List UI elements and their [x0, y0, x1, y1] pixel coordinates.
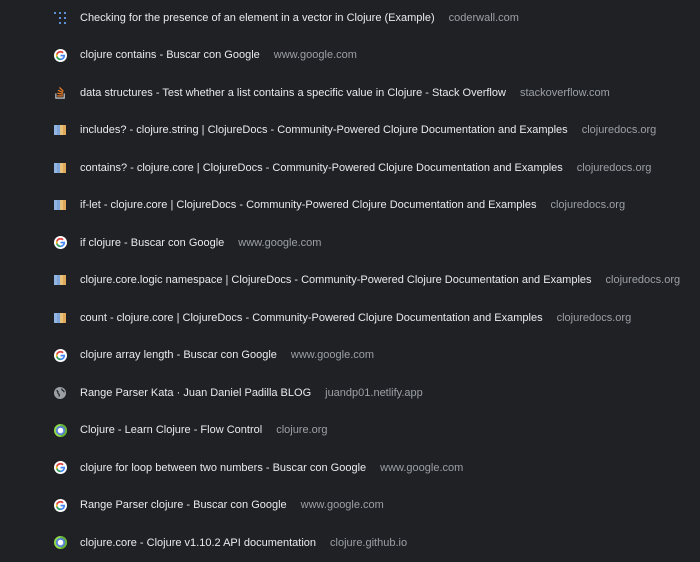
google-icon: [52, 47, 68, 63]
history-item[interactable]: count - clojure.core | ClojureDocs - Com…: [0, 299, 700, 337]
history-item-domain: www.google.com: [290, 349, 375, 362]
history-item[interactable]: data structures - Test whether a list co…: [0, 74, 700, 112]
history-item[interactable]: Checking for the presence of an element …: [0, 0, 700, 37]
clojuredocs-icon: [52, 197, 68, 213]
globe-icon: [52, 385, 68, 401]
history-item-title: if clojure - Buscar con Google www.google…: [80, 237, 321, 249]
history-item-title: clojure.core.logic namespace | ClojureDo…: [80, 274, 680, 286]
title-text: if-let - clojure.core | ClojureDocs - Co…: [80, 199, 537, 212]
history-item[interactable]: Range Parser Kata · Juan Daniel Padilla …: [0, 374, 700, 412]
google-icon: [52, 460, 68, 476]
history-item[interactable]: Range Parser clojure - Buscar con Google…: [0, 487, 700, 525]
title-text: Clojure - Learn Clojure - Flow Control: [80, 424, 263, 437]
title-text: if clojure - Buscar con Google: [80, 236, 225, 249]
history-item-domain: coderwall.com: [448, 11, 519, 24]
title-text: includes? - clojure.string | ClojureDocs…: [80, 124, 568, 137]
clojuredocs-icon: [52, 122, 68, 138]
title-text: clojure contains - Buscar con Google: [80, 49, 260, 62]
history-item[interactable]: includes? - clojure.string | ClojureDocs…: [0, 112, 700, 150]
history-item-domain: www.google.com: [380, 461, 464, 474]
history-item-title: data structures - Test whether a list co…: [80, 87, 610, 99]
history-item-domain: clojuredocs.org: [581, 124, 657, 137]
history-item-title: if-let - clojure.core | ClojureDocs - Co…: [80, 199, 625, 211]
history-item-domain: stackoverflow.com: [519, 86, 610, 99]
title-text: count - clojure.core | ClojureDocs - Com…: [80, 311, 543, 324]
history-item-title: Range Parser clojure - Buscar con Google…: [80, 499, 384, 511]
title-text: Range Parser Kata · Juan Daniel Padilla …: [80, 386, 312, 399]
google-icon: [52, 235, 68, 251]
history-item-title: clojure for loop between two numbers - B…: [80, 462, 463, 474]
history-item-title: count - clojure.core | ClojureDocs - Com…: [80, 312, 631, 324]
title-text: clojure.core - Clojure v1.10.2 API docum…: [80, 536, 317, 549]
google-icon: [52, 347, 68, 363]
title-text: Checking for the presence of an element …: [80, 11, 435, 24]
history-item-domain: juandp01.netlify.app: [325, 386, 423, 399]
history-item[interactable]: contains? - clojure.core | ClojureDocs -…: [0, 149, 700, 187]
title-text: contains? - clojure.core | ClojureDocs -…: [80, 161, 563, 174]
history-item-title: Clojure - Learn Clojure - Flow Control cl…: [80, 424, 328, 436]
history-item-domain: clojuredocs.org: [550, 199, 626, 212]
history-item[interactable]: Clojure - Learn Clojure - Flow Control cl…: [0, 412, 700, 450]
history-item[interactable]: clojure.core.logic namespace | ClojureDo…: [0, 262, 700, 300]
title-text: data structures - Test whether a list co…: [80, 86, 506, 99]
history-item-domain: clojure.github.io: [330, 536, 408, 549]
google-icon: [52, 497, 68, 513]
history-list: Checking for the presence of an element …: [0, 0, 700, 559]
history-item-title: Checking for the presence of an element …: [80, 12, 519, 24]
history-item[interactable]: if-let - clojure.core | ClojureDocs - Co…: [0, 187, 700, 225]
title-text: clojure array length - Buscar con Google: [80, 349, 277, 362]
history-item-domain: www.google.com: [238, 236, 322, 249]
stackoverflow-icon: [52, 85, 68, 101]
history-item-title: clojure.core - Clojure v1.10.2 API docum…: [80, 537, 407, 549]
history-item-domain: clojuredocs.org: [556, 311, 632, 324]
coderwall-icon: [52, 10, 68, 26]
history-item-title: includes? - clojure.string | ClojureDocs…: [80, 124, 656, 136]
history-item-title: clojure array length - Buscar con Google…: [80, 349, 374, 361]
title-text: clojure.core.logic namespace | ClojureDo…: [80, 274, 592, 287]
history-item-title: clojure contains - Buscar con Google www.…: [80, 49, 357, 61]
history-item-title: contains? - clojure.core | ClojureDocs -…: [80, 162, 651, 174]
title-text: Range Parser clojure - Buscar con Google: [80, 499, 287, 512]
clojuredocs-icon: [52, 272, 68, 288]
clojure-icon: [52, 422, 68, 438]
history-item-domain: clojuredocs.org: [605, 274, 681, 287]
history-item-domain: www.google.com: [273, 49, 357, 62]
history-item[interactable]: clojure array length - Buscar con Google…: [0, 337, 700, 375]
clojure-icon: [52, 535, 68, 551]
clojuredocs-icon: [52, 310, 68, 326]
history-item[interactable]: clojure for loop between two numbers - B…: [0, 449, 700, 487]
history-item[interactable]: clojure.core - Clojure v1.10.2 API docum…: [0, 524, 700, 562]
history-item-title: Range Parser Kata · Juan Daniel Padilla …: [80, 387, 423, 399]
history-item[interactable]: if clojure - Buscar con Google www.google…: [0, 224, 700, 262]
clojuredocs-icon: [52, 160, 68, 176]
history-item-domain: clojuredocs.org: [576, 161, 652, 174]
history-item-domain: www.google.com: [300, 499, 384, 512]
title-text: clojure for loop between two numbers - B…: [80, 461, 367, 474]
history-item-domain: clojure.org: [276, 424, 328, 437]
history-item[interactable]: clojure contains - Buscar con Google www.…: [0, 37, 700, 75]
